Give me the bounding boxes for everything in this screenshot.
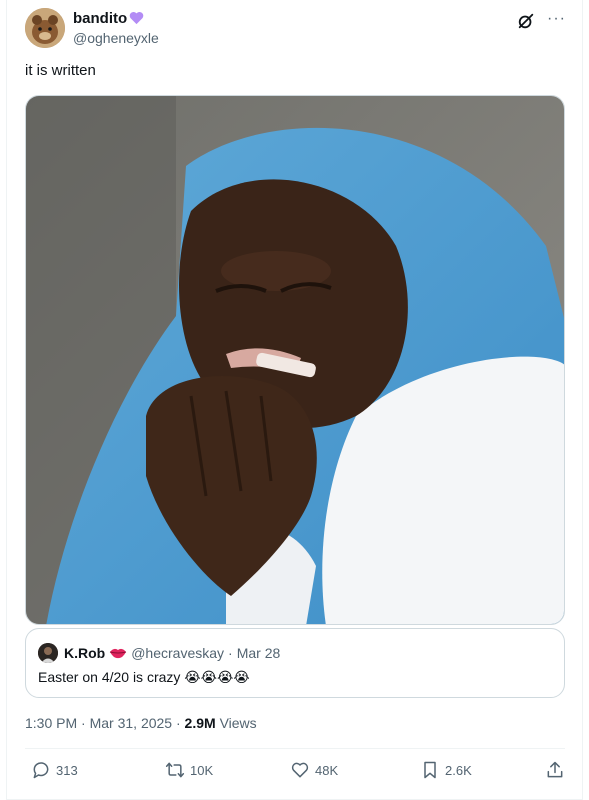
views-count: 2.9M (184, 715, 216, 731)
quote-separator: · (228, 645, 233, 661)
action-bar: 313 10K 48K 2.6K (25, 760, 565, 786)
quote-author-handle[interactable]: @hecraveskay (131, 645, 224, 661)
lips-icon (110, 648, 127, 659)
share-icon (547, 761, 563, 778)
heart-icon (291, 762, 309, 778)
reply-count: 313 (56, 762, 78, 778)
tweet-time[interactable]: 1:30 PM (25, 715, 77, 731)
reply-icon (33, 762, 49, 779)
bookmark-count: 2.6K (445, 762, 472, 778)
author-handle[interactable]: @ogheneyxle (73, 30, 159, 46)
repost-icon (165, 762, 185, 778)
like-button[interactable]: 48K (290, 760, 338, 780)
reply-button[interactable]: 313 (31, 760, 78, 780)
quote-date[interactable]: Mar 28 (237, 645, 281, 661)
more-options-icon[interactable]: ··· (547, 10, 566, 28)
purple-heart-icon (129, 11, 144, 25)
share-button[interactable] (545, 760, 565, 780)
repost-count: 10K (190, 762, 214, 778)
quote-author-avatar[interactable] (38, 643, 58, 663)
tweet-media-photo[interactable] (25, 95, 565, 625)
quote-tweet[interactable]: K.Rob @hecraveskay · Mar 28 Easter on 4/… (25, 628, 565, 698)
views-label: Views (219, 715, 257, 731)
quote-author-name[interactable]: K.Rob (64, 645, 105, 661)
tweet-date[interactable]: Mar 31, 2025 (90, 715, 173, 731)
like-count: 48K (315, 762, 339, 778)
tweet-card: bandito @ogheneyxle ··· it is written K.… (6, 0, 583, 800)
bookmark-button[interactable]: 2.6K (420, 760, 472, 780)
divider (25, 748, 565, 749)
tweet-meta: 1:30 PM · Mar 31, 2025 · 2.9M Views (25, 715, 257, 731)
author-block: bandito @ogheneyxle (73, 9, 159, 47)
tweet-text: it is written (25, 62, 96, 79)
bookmark-icon (424, 761, 436, 779)
repost-button[interactable]: 10K (165, 760, 213, 780)
author-avatar[interactable] (25, 8, 65, 48)
meta-separator: · (175, 715, 181, 731)
quote-text: Easter on 4/20 is crazy 😭😭😭😭 (38, 669, 250, 685)
meta-separator: · (81, 715, 86, 731)
grok-icon[interactable] (517, 12, 535, 30)
author-name[interactable]: bandito (73, 10, 127, 27)
